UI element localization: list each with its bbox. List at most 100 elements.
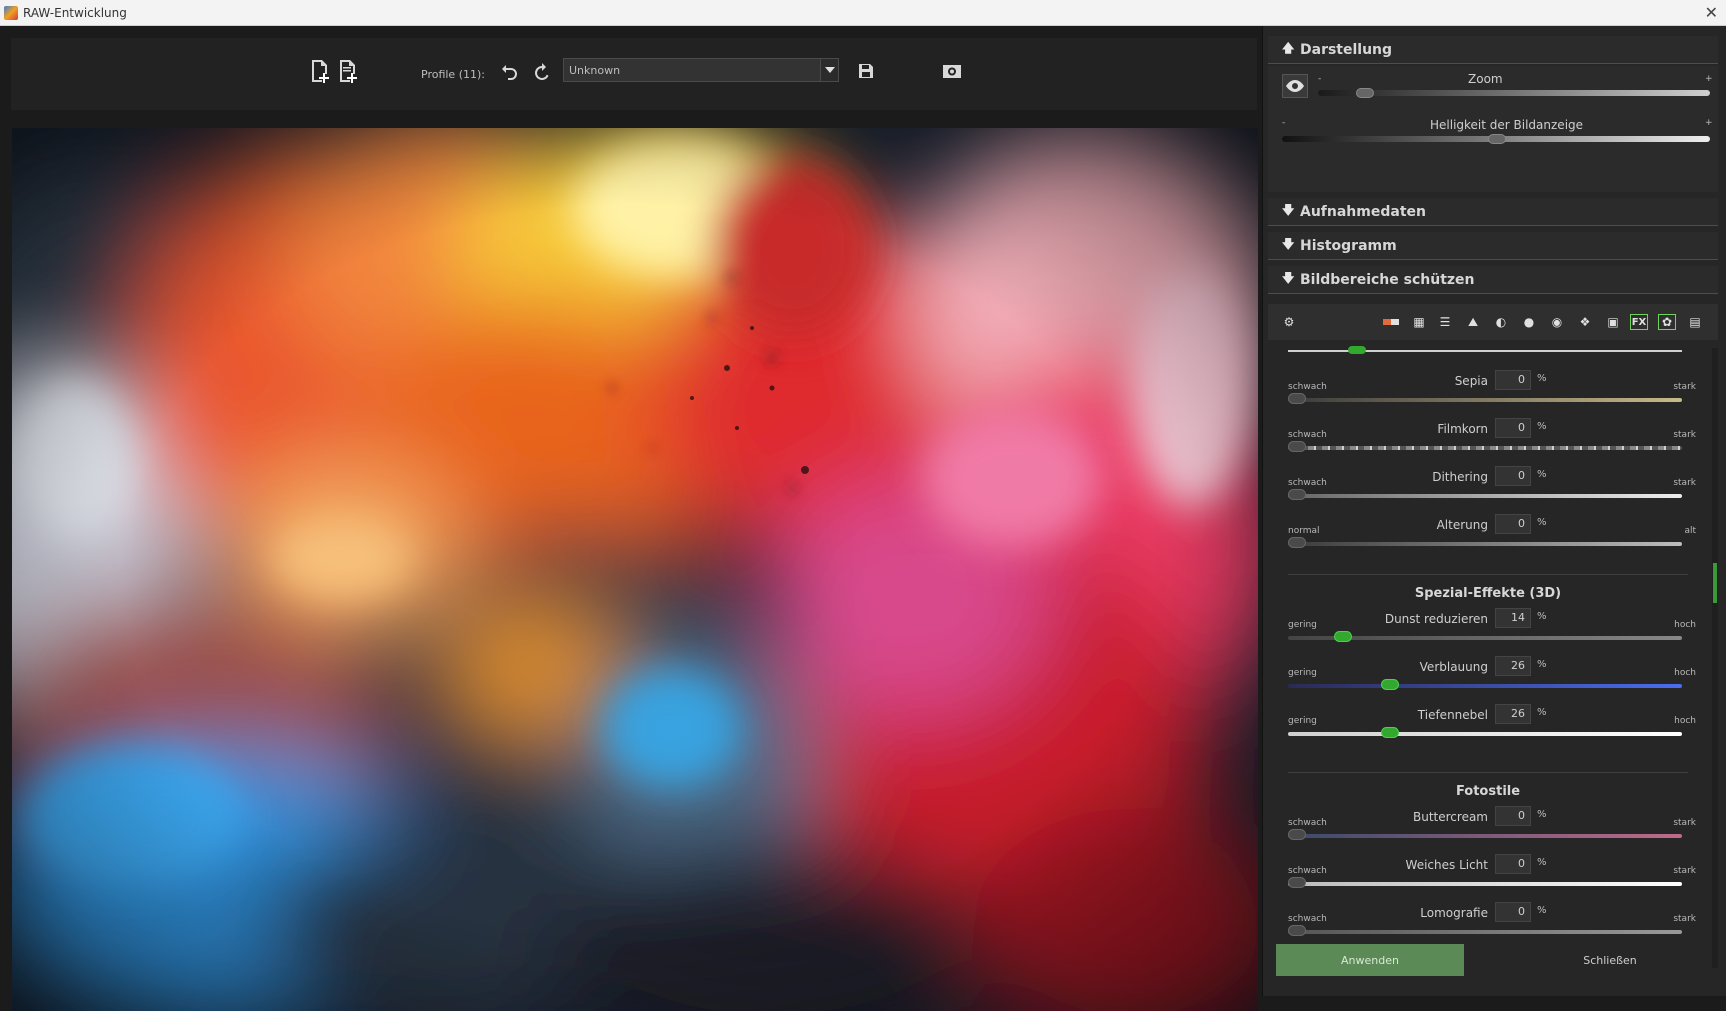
add-copy-icon[interactable] [337,58,359,84]
slider-unit: % [1537,659,1547,670]
brightness-slider-knob[interactable] [1488,134,1506,144]
slider-value-field[interactable]: 0 [1495,370,1531,390]
image-preview[interactable] [12,128,1258,1011]
slider-track[interactable] [1288,732,1682,736]
slider-knob[interactable] [1334,631,1352,642]
slider-value-field[interactable]: 0 [1495,418,1531,438]
slider-high-label: stark [1673,382,1696,392]
slider-knob[interactable] [1288,489,1306,500]
arrow-down-icon: 🡇 [1282,203,1295,217]
zoom-slider-track[interactable] [1318,90,1710,96]
partial-slider-knob[interactable] [1348,346,1366,354]
arrow-up-icon: 🡅 [1282,41,1295,55]
slider-row: gering Dunst reduzieren 14% hoch [1268,608,1708,652]
slider-knob[interactable] [1288,829,1306,840]
color-powder-explosion-image [12,128,1258,1011]
style-tool-icon[interactable]: ✿ [1658,314,1676,330]
slider-value-field[interactable]: 14 [1495,608,1531,628]
camera-icon[interactable] [941,58,963,84]
slider-high-label: hoch [1674,716,1696,726]
group-divider [1288,772,1688,773]
section-bildbereiche-title: Bildbereiche schützen [1300,271,1475,288]
effects-scroll-area[interactable]: schwach Sepia 0% stark schwach Filmkorn 0% star… [1268,344,1718,974]
curves-tool-icon[interactable]: ▦ [1410,314,1428,330]
slider-track[interactable] [1288,446,1682,450]
slider-value-field[interactable]: 26 [1495,656,1531,676]
slider-value-field[interactable]: 0 [1495,854,1531,874]
slider-knob[interactable] [1381,727,1399,738]
slider-track[interactable] [1288,494,1682,498]
section-darstellung-title: Darstellung [1300,41,1393,58]
profile-select[interactable]: Unknown [563,58,839,82]
color-wheel-icon[interactable]: ◉ [1548,314,1566,330]
apply-button[interactable]: Anwenden [1276,944,1464,976]
slider-value-field[interactable]: 0 [1495,902,1531,922]
slider-unit: % [1537,905,1547,916]
undo-icon[interactable] [499,58,521,84]
slider-unit: % [1537,421,1547,432]
settings-panel: 🡅 Darstellung - Zoom + - Helligkeit der … [1262,26,1726,996]
section-darstellung[interactable]: 🡅 Darstellung [1268,36,1718,64]
profile-select-value: Unknown [569,63,621,77]
batch-tool-icon[interactable]: ▤ [1686,314,1704,330]
section-bildbereiche[interactable]: 🡇 Bildbereiche schützen [1268,266,1718,294]
slider-unit: % [1537,809,1547,820]
slider-low-label: schwach [1288,866,1327,876]
slider-low-label: gering [1288,620,1317,630]
slider-track[interactable] [1288,398,1682,402]
slider-knob[interactable] [1288,441,1306,452]
slider-value-field[interactable]: 0 [1495,806,1531,826]
slider-low-label: gering [1288,668,1317,678]
close-button[interactable]: Schließen [1515,944,1705,976]
mask-tool-icon[interactable]: ❖ [1576,314,1594,330]
levels-tool-icon[interactable]: ☰ [1436,314,1454,330]
eye-icon[interactable] [1282,74,1308,98]
contrast-tool-icon[interactable]: ◐ [1492,314,1510,330]
save-icon[interactable] [855,58,877,84]
slider-knob[interactable] [1288,537,1306,548]
close-icon[interactable]: ✕ [1705,3,1718,22]
slider-value-field[interactable]: 0 [1495,466,1531,486]
slider-track[interactable] [1288,684,1682,688]
slider-knob[interactable] [1381,679,1399,690]
slider-low-label: gering [1288,716,1317,726]
slider-high-label: stark [1673,430,1696,440]
arrow-down-icon: 🡇 [1282,237,1295,251]
section-aufnahmedaten[interactable]: 🡇 Aufnahmedaten [1268,198,1718,226]
scrollbar[interactable] [1712,348,1718,968]
darstellung-body: - Zoom + - Helligkeit der Bildanzeige + [1268,66,1718,192]
exposure-tool-icon[interactable] [1382,314,1400,330]
landscape-tool-icon[interactable]: ⛰ [1464,314,1482,330]
camera-tool-icon[interactable]: ▣ [1604,314,1622,330]
slider-track[interactable] [1288,930,1682,934]
redo-icon[interactable] [531,58,553,84]
sphere-tool-icon[interactable]: ● [1520,314,1538,330]
slider-unit: % [1537,373,1547,384]
slider-value-field[interactable]: 26 [1495,704,1531,724]
scrollbar-thumb[interactable] [1713,563,1717,603]
slider-knob[interactable] [1288,393,1306,404]
slider-value-field[interactable]: 0 [1495,514,1531,534]
section-histogramm[interactable]: 🡇 Histogramm [1268,232,1718,260]
slider-name: Dunst reduzieren [1384,612,1488,626]
zoom-slider-knob[interactable] [1356,88,1374,98]
slider-row: schwach Lomografie 0% stark [1268,902,1708,946]
group-title: Spezial-Effekte (3D) [1414,586,1562,601]
gear-icon[interactable]: ⚙ [1280,314,1298,330]
slider-unit: % [1537,517,1547,528]
slider-name: Tiefennebel [1417,708,1488,722]
slider-row: schwach Buttercream 0% stark [1268,806,1708,850]
fx-tool-icon[interactable]: FX [1630,314,1648,330]
slider-track[interactable] [1288,834,1682,838]
slider-knob[interactable] [1288,877,1306,888]
slider-track[interactable] [1288,542,1682,546]
slider-knob[interactable] [1288,925,1306,936]
slider-row: schwach Weiches Licht 0% stark [1268,854,1708,898]
add-file-icon[interactable] [309,58,331,84]
section-histogramm-title: Histogramm [1300,237,1397,254]
slider-high-label: stark [1673,478,1696,488]
slider-track[interactable] [1288,882,1682,886]
arrow-down-icon: 🡇 [1282,271,1295,285]
slider-row: gering Verblauung 26% hoch [1268,656,1708,700]
chevron-down-icon[interactable] [820,59,838,81]
